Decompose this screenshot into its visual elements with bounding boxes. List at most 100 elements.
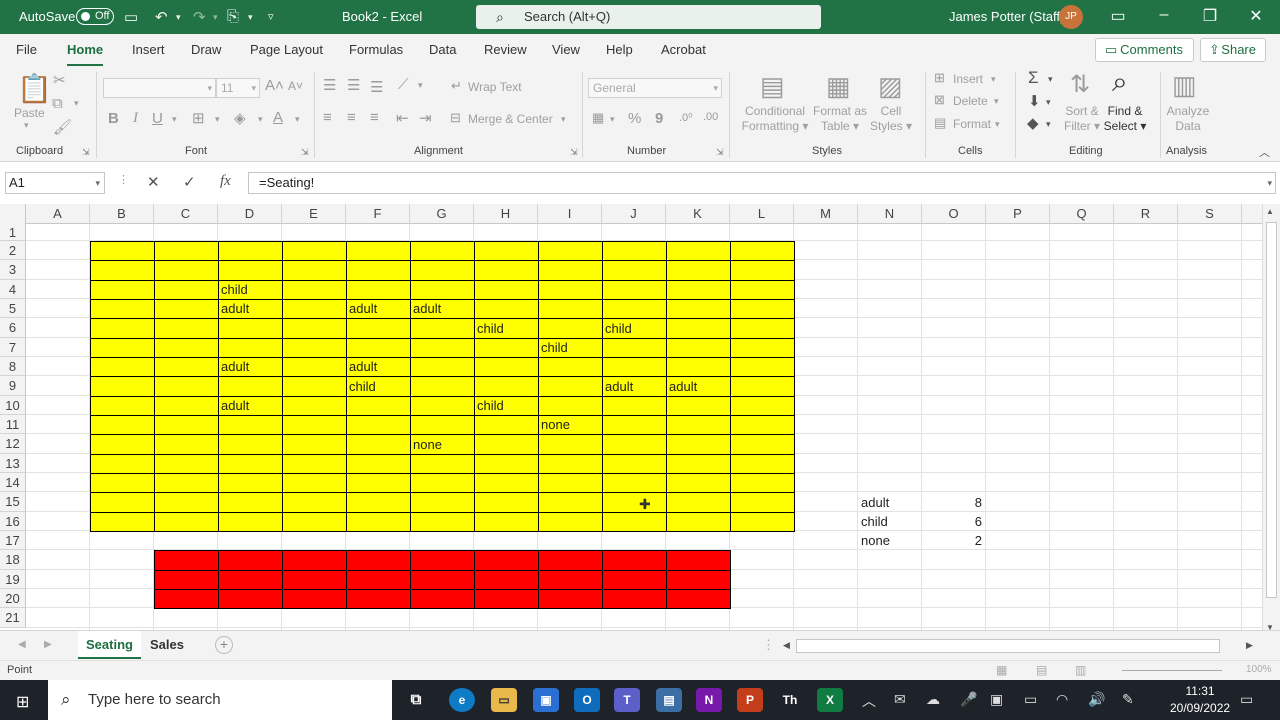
autosave-toggle[interactable]: Off <box>76 8 114 25</box>
tab-home[interactable]: Home <box>67 42 104 67</box>
row-header-6[interactable]: 6 <box>0 318 26 338</box>
font-launcher-icon[interactable]: ⇲ <box>301 147 309 158</box>
cell-d5[interactable]: adult <box>218 299 282 318</box>
paste-icon[interactable]: 📋 <box>17 72 52 105</box>
underline-icon[interactable]: U <box>152 110 163 127</box>
tab-view[interactable]: View <box>552 42 580 57</box>
row-header-7[interactable]: 7 <box>0 338 26 357</box>
delete-dropdown-icon[interactable]: ▾ <box>994 96 999 107</box>
row-header-12[interactable]: 12 <box>0 434 26 454</box>
ribbon-display-icon[interactable]: ▭ <box>1103 6 1133 26</box>
tab-draw[interactable]: Draw <box>191 42 221 57</box>
format-cells-icon[interactable]: ▤ <box>934 115 946 131</box>
horizontal-scrollbar[interactable]: ◀ ▶ <box>780 639 1262 653</box>
cell-o17[interactable]: 2 <box>922 531 986 550</box>
column-header-b[interactable]: B <box>90 204 154 224</box>
battery-icon[interactable]: ▭ <box>1024 691 1037 708</box>
teams-icon[interactable]: T <box>614 688 640 712</box>
increase-decimal-icon[interactable]: .0⁰ <box>679 111 693 124</box>
minimize-icon[interactable]: – <box>1149 6 1179 24</box>
column-header-g[interactable]: G <box>410 204 474 224</box>
cell-i11[interactable]: none <box>538 415 602 434</box>
sort-filter-button[interactable]: Sort & Filter ▾ <box>1060 104 1104 134</box>
next-sheet-icon[interactable]: ▶ <box>44 639 52 650</box>
cell-g5[interactable]: adult <box>410 299 474 318</box>
row-header-4[interactable]: 4 <box>0 280 26 299</box>
align-center-icon[interactable]: ≡ <box>347 109 356 126</box>
orientation-icon[interactable]: ⟋ <box>398 76 409 93</box>
cell-n16[interactable]: child <box>858 512 922 531</box>
cut-icon[interactable]: ✂ <box>53 71 66 89</box>
column-header-p[interactable]: P <box>986 204 1050 224</box>
file-explorer-icon[interactable]: ▭ <box>491 688 517 712</box>
wrap-text-icon[interactable]: ↵ <box>451 78 462 94</box>
clear-icon[interactable]: ◆ <box>1027 114 1039 132</box>
bold-icon[interactable]: B <box>108 110 119 127</box>
column-header-d[interactable]: D <box>218 204 282 224</box>
prev-sheet-icon[interactable]: ◀ <box>18 639 26 650</box>
column-header-q[interactable]: Q <box>1050 204 1114 224</box>
autosum-icon[interactable]: Σ <box>1028 68 1039 88</box>
cell-o16[interactable]: 6 <box>922 512 986 531</box>
share-button[interactable]: ⇪ Share <box>1200 38 1266 62</box>
delete-cells-button[interactable]: Delete <box>953 94 988 108</box>
fill-icon[interactable]: ⬇ <box>1028 92 1041 110</box>
vertical-scroll-thumb[interactable] <box>1266 222 1277 598</box>
normal-view-icon[interactable]: ▦ <box>996 663 1007 677</box>
copy-dropdown-icon[interactable]: ▾ <box>74 98 79 109</box>
increase-indent-icon[interactable]: ⇥ <box>419 109 432 127</box>
cell-h6[interactable]: child <box>474 318 538 338</box>
fill-color-icon[interactable]: ◈ <box>234 109 246 127</box>
close-icon[interactable]: ✕ <box>1241 6 1271 26</box>
alignment-launcher-icon[interactable]: ⇲ <box>570 147 578 158</box>
cell-styles-icon[interactable]: ▨ <box>878 71 903 102</box>
customize-toolbar-icon[interactable]: ▿ <box>268 10 274 23</box>
redo-dropdown-icon[interactable]: ▾ <box>213 12 218 23</box>
camera-icon[interactable]: ▣ <box>990 691 1003 708</box>
tab-data[interactable]: Data <box>429 42 456 57</box>
analyze-data-button[interactable]: Analyze Data <box>1162 104 1214 134</box>
insert-cells-icon[interactable]: ⊞ <box>934 70 945 86</box>
sheet-tab-seating[interactable]: Seating <box>78 631 141 659</box>
row-header-16[interactable]: 16 <box>0 512 26 531</box>
insert-dropdown-icon[interactable]: ▾ <box>991 74 996 85</box>
decrease-indent-icon[interactable]: ⇤ <box>396 109 409 127</box>
horizontal-scroll-thumb[interactable] <box>796 639 1220 653</box>
conditional-formatting-button[interactable]: Conditional Formatting ▾ <box>736 104 814 134</box>
tab-review[interactable]: Review <box>484 42 527 57</box>
increase-font-icon[interactable]: A˄ <box>265 77 284 94</box>
font-color-dropdown-icon[interactable]: ▾ <box>295 114 300 125</box>
zoom-slider[interactable] <box>1122 670 1222 671</box>
task-view-icon[interactable]: ⧉ <box>403 688 429 712</box>
cell-j6[interactable]: child <box>602 318 666 338</box>
avatar[interactable]: JP <box>1059 5 1083 29</box>
delete-cells-icon[interactable]: ⊠ <box>934 92 945 108</box>
notifications-icon[interactable]: ▭ <box>1240 691 1253 708</box>
painter-dropdown-icon[interactable]: ▾ <box>248 12 253 23</box>
tray-chevron-icon[interactable]: ︿ <box>862 691 876 711</box>
underline-dropdown-icon[interactable]: ▾ <box>172 114 177 125</box>
cell-d4[interactable]: child <box>218 280 282 299</box>
formula-input[interactable]: =Seating! ▾ <box>248 172 1276 194</box>
row-header-2[interactable]: 2 <box>0 241 26 260</box>
scroll-right-icon[interactable]: ▶ <box>1246 640 1253 651</box>
cell-d8[interactable]: adult <box>218 357 282 376</box>
tab-file[interactable]: File <box>16 42 37 57</box>
row-header-17[interactable]: 17 <box>0 531 26 550</box>
tab-formulas[interactable]: Formulas <box>349 42 403 57</box>
cell-j9[interactable]: adult <box>602 376 666 396</box>
borders-icon[interactable]: ⊞ <box>192 109 205 127</box>
analyze-data-icon[interactable]: ▥ <box>1172 70 1197 101</box>
sort-filter-icon[interactable]: ⇅ <box>1070 70 1090 99</box>
name-box[interactable]: A1 ▾ <box>5 172 105 194</box>
sheet-tab-sales[interactable]: Sales <box>142 631 192 659</box>
accounting-icon[interactable]: ▦ <box>592 110 604 126</box>
row-header-1[interactable]: 1 <box>0 224 26 241</box>
row-header-13[interactable]: 13 <box>0 454 26 473</box>
paste-dropdown-icon[interactable]: ▾ <box>24 120 29 131</box>
scroll-up-icon[interactable]: ▲ <box>1266 207 1274 216</box>
outlook-icon[interactable]: O <box>574 688 600 712</box>
cell-o15[interactable]: 8 <box>922 492 986 512</box>
font-color-icon[interactable]: A <box>273 109 283 126</box>
find-select-button[interactable]: Find & Select ▾ <box>1102 104 1148 134</box>
